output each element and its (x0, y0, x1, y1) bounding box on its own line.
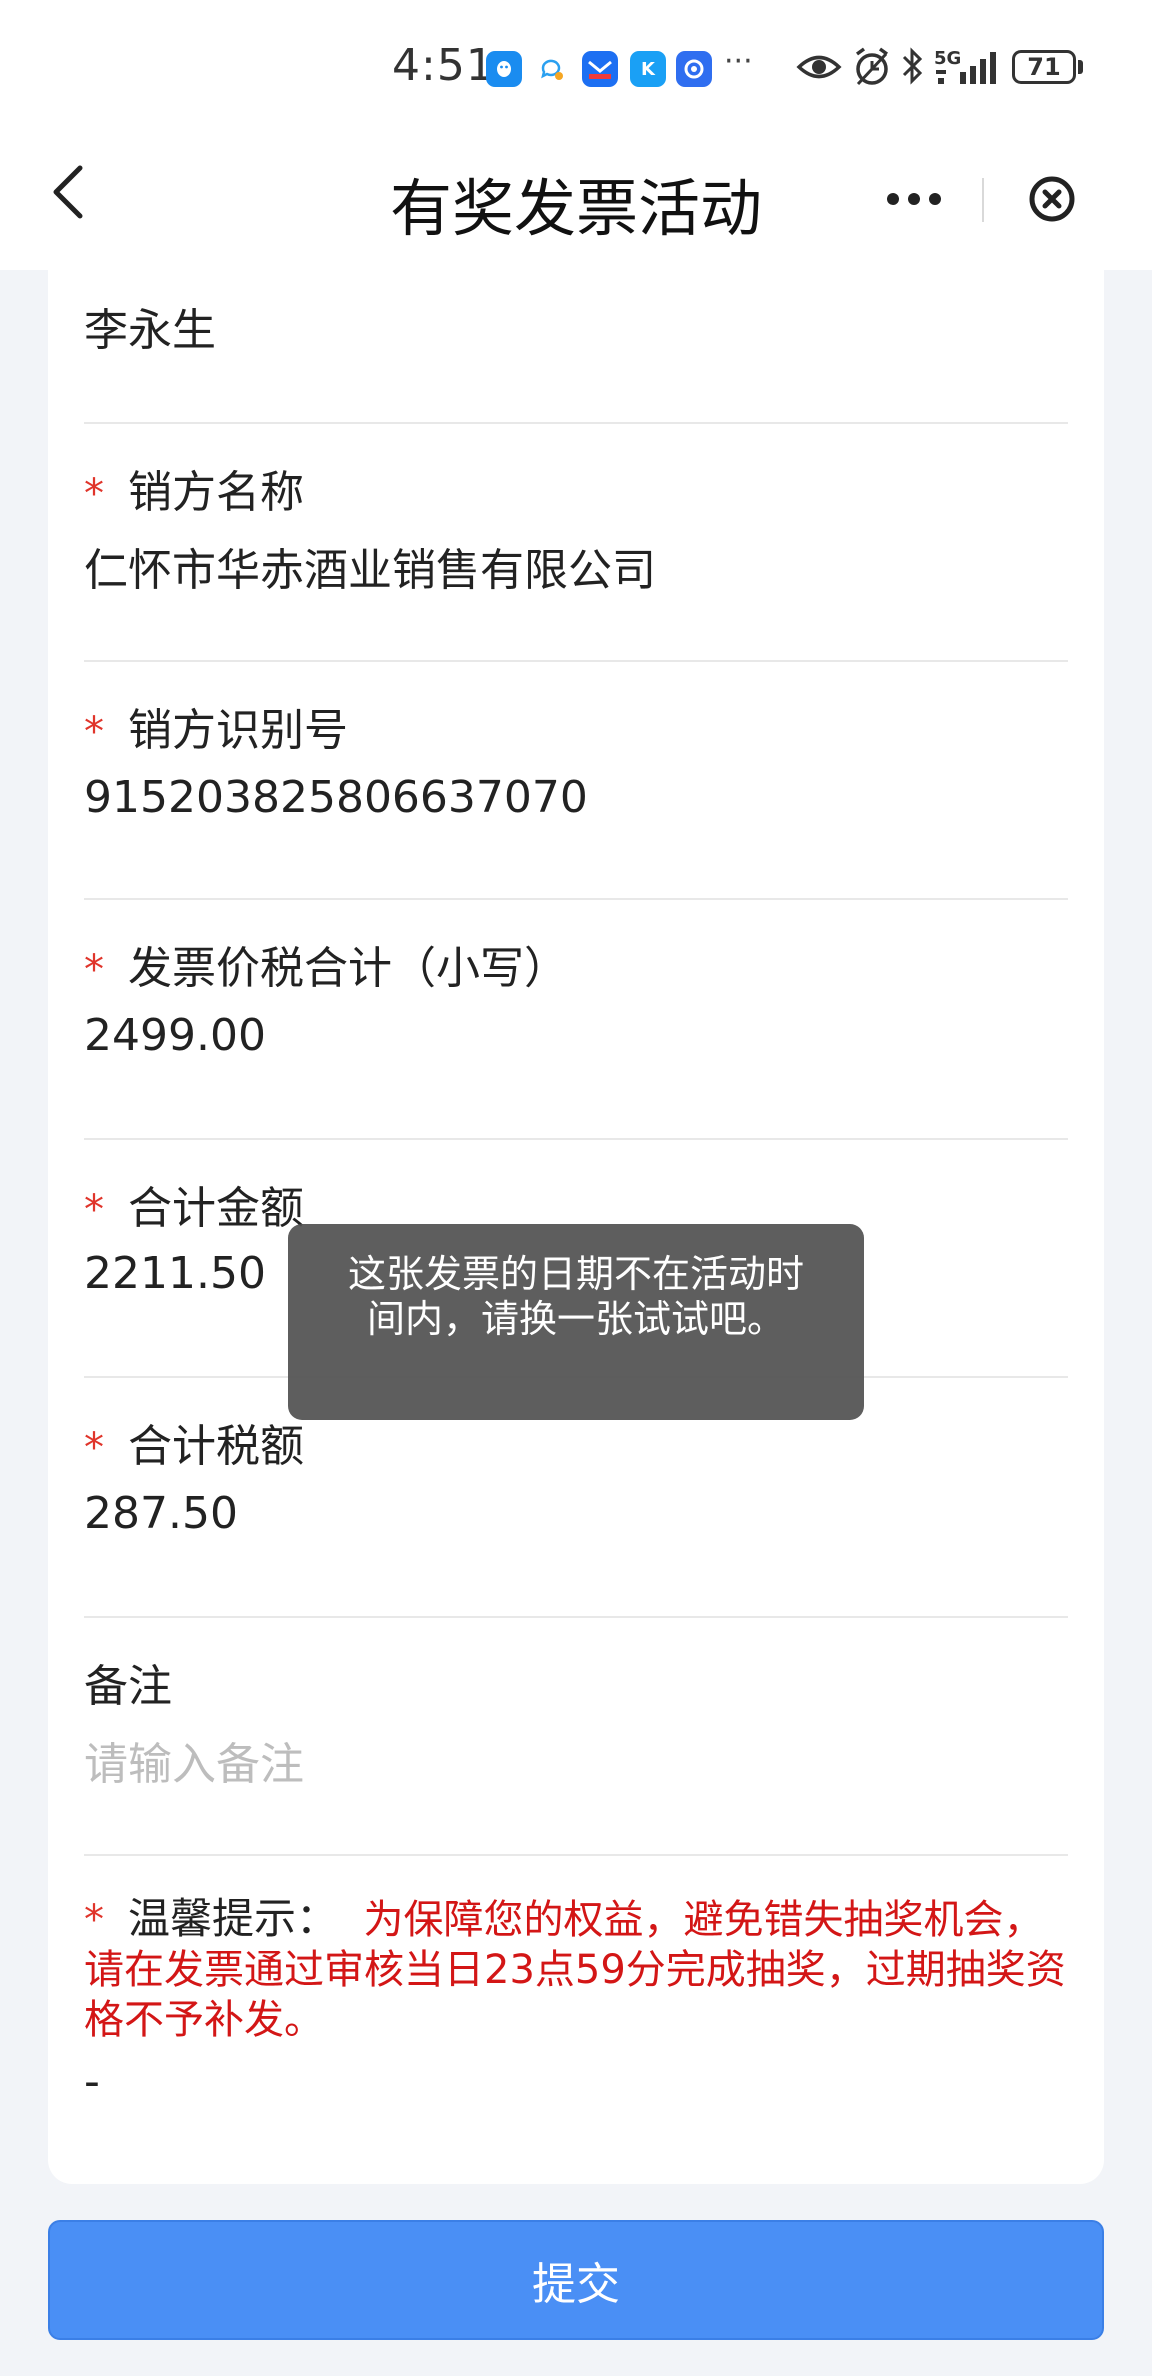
capsule-divider (982, 178, 984, 222)
close-button[interactable] (1012, 170, 1092, 228)
warm-tip: * 温馨提示： 为保障您的权益，避免错失抽奖机会，请在发票通过审核当日23点59分… (84, 1894, 1068, 2045)
qq-app-icon (486, 51, 522, 87)
buyer-name-value: 李永生 (84, 305, 216, 356)
buyer-name-field[interactable]: 李永生 (84, 270, 1068, 424)
bluetooth-icon (900, 46, 924, 90)
eye-icon (796, 48, 842, 90)
required-mark: * (84, 947, 104, 993)
status-bar: 4:51 K ··· 5G 71 (0, 0, 1152, 134)
mail-app-icon (582, 51, 618, 87)
required-mark: * (84, 1897, 104, 1943)
tip-dash: - (84, 2056, 100, 2107)
seller-tax-id-field[interactable]: * 销方识别号 915203825806637070 (84, 662, 1068, 900)
battery-icon: 71 (1012, 50, 1076, 84)
tip-label: 温馨提示： (128, 1894, 339, 1943)
status-time: 4:51 (392, 40, 495, 91)
more-notifications: ··· (724, 44, 753, 79)
battery-level: 71 (1027, 53, 1061, 81)
seller-name-label: * 销方名称 (84, 456, 304, 520)
remark-field: 备注 请输入备注 (84, 1618, 1068, 1856)
total-tax-label: * 合计税额 (84, 1410, 304, 1474)
more-dots-icon (887, 193, 941, 205)
battery-tip (1078, 60, 1083, 74)
remark-label: 备注 (84, 1661, 172, 1712)
label-text: 销方名称 (128, 467, 304, 518)
remark-input[interactable]: 请输入备注 (84, 1728, 304, 1792)
more-button[interactable] (874, 170, 954, 228)
required-mark: * (84, 471, 104, 517)
total-amount-label: * 合计金额 (84, 1172, 304, 1236)
browser-app-icon (676, 51, 712, 87)
required-mark: * (84, 1187, 104, 1233)
required-mark: * (84, 709, 104, 755)
total-with-tax-value: 2499.00 (84, 1010, 266, 1061)
chat-app-icon (534, 51, 570, 87)
seller-tax-id-label: * 销方识别号 (84, 694, 348, 758)
submit-button[interactable]: 提交 (48, 2220, 1104, 2340)
total-amount-value: 2211.50 (84, 1248, 266, 1299)
seller-tax-id-value: 915203825806637070 (84, 772, 588, 823)
close-circle-icon (1029, 176, 1075, 222)
seller-name-value: 仁怀市华赤酒业销售有限公司 (84, 545, 656, 596)
total-tax-value: 287.50 (84, 1488, 238, 1539)
seller-name-field[interactable]: * 销方名称 仁怀市华赤酒业销售有限公司 (84, 424, 1068, 662)
toast-message: 这张发票的日期不在活动时间内，请换一张试试吧。 (288, 1224, 864, 1420)
network-type: 5G (934, 48, 962, 69)
mini-program-capsule (846, 154, 1122, 244)
label-text: 销方识别号 (128, 705, 348, 756)
alarm-icon (852, 46, 892, 92)
nav-bar: 有奖发票活动 (0, 134, 1152, 270)
total-with-tax-label: * 发票价税合计（小写） (84, 932, 568, 996)
k-app-icon: K (630, 51, 666, 87)
signal-5g-icon: 5G (934, 48, 1004, 86)
total-with-tax-field[interactable]: * 发票价税合计（小写） 2499.00 (84, 900, 1068, 1140)
label-text: 合计金额 (128, 1183, 304, 1234)
label-text: 合计税额 (128, 1421, 304, 1472)
required-mark: * (84, 1425, 104, 1471)
label-text: 发票价税合计（小写） (128, 943, 568, 994)
